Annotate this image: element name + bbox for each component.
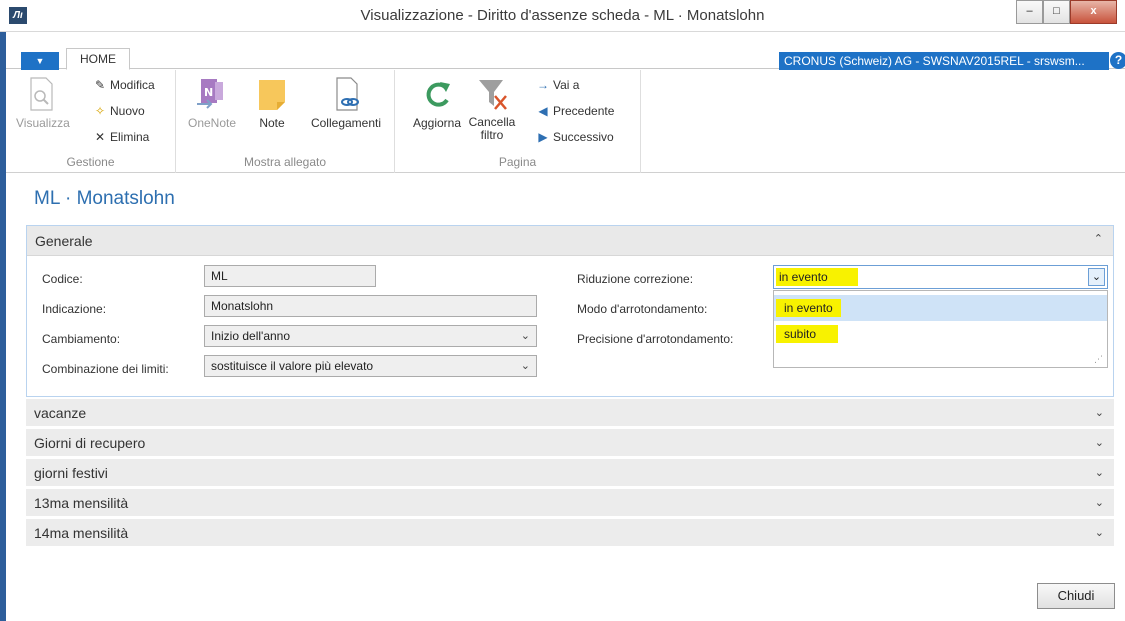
group-mostra-allegato: N OneNote Note Collegamenti Mostra alleg…: [176, 70, 395, 173]
cambiamento-value: Inizio dell'anno: [211, 329, 291, 343]
riduzione-dropdown-list: in evento subito ⋰: [773, 290, 1108, 368]
vai-a-label: Vai a: [553, 78, 580, 92]
precedente-button[interactable]: ◀ Precedente: [535, 104, 614, 118]
link-icon: [336, 77, 359, 111]
section-14ma-mensilita[interactable]: 14ma mensilità ⌄: [26, 519, 1114, 547]
chevron-down-icon[interactable]: ⌄: [1095, 496, 1104, 509]
document-view-icon: [30, 77, 53, 111]
riduzione-select[interactable]: in evento ⌄: [773, 265, 1108, 289]
option-label: in evento: [776, 299, 841, 317]
onenote-icon: N: [197, 79, 223, 109]
note-icon: [259, 80, 285, 110]
company-selector[interactable]: CRONUS (Schweiz) AG - SWSNAV2015REL - sr…: [779, 52, 1109, 70]
riduzione-label: Riduzione correzione:: [577, 272, 694, 286]
chevron-down-icon[interactable]: ⌄: [1095, 406, 1104, 419]
aggiorna-button[interactable]: Aggiorna: [409, 76, 465, 130]
dropdown-option-in-evento[interactable]: in evento: [774, 295, 1107, 321]
ribbon: Visualizza ✎ Modifica ✧ Nuovo ✕ Elimina Ges…: [6, 70, 1125, 173]
section-vacanze[interactable]: vacanze ⌄: [26, 399, 1114, 427]
chevron-down-icon[interactable]: ⌄: [1095, 466, 1104, 479]
previous-icon: ◀: [538, 104, 548, 118]
nuovo-label: Nuovo: [110, 104, 145, 118]
maximize-button[interactable]: □: [1043, 0, 1070, 24]
dropdown-option-subito[interactable]: subito: [774, 321, 1107, 347]
codice-field[interactable]: ML: [204, 265, 376, 287]
section-generale-header[interactable]: Generale ⌃: [27, 226, 1113, 256]
group-label-gestione: Gestione: [66, 155, 115, 169]
note-button[interactable]: Note: [252, 76, 292, 130]
page-title: ML · Monatslohn: [34, 188, 175, 209]
riduzione-value: in evento: [776, 268, 858, 286]
section-giorni-di-recupero[interactable]: Giorni di recupero ⌄: [26, 429, 1114, 457]
collegamenti-button[interactable]: Collegamenti: [304, 76, 388, 130]
close-window-button[interactable]: x: [1070, 0, 1117, 24]
arrow-right-icon: →: [537, 78, 549, 92]
elimina-button[interactable]: ✕ Elimina: [92, 130, 149, 144]
group-gestione: Visualizza ✎ Modifica ✧ Nuovo ✕ Elimina Ges…: [6, 70, 176, 173]
modifica-button[interactable]: ✎ Modifica: [92, 78, 155, 92]
title-bar: Лı Visualizzazione - Diritto d'assenze s…: [0, 0, 1125, 32]
section-title: 14ma mensilità: [34, 525, 129, 541]
ribbon-tab-row: ▼ HOME CRONUS (Schweiz) AG - SWSNAV2015R…: [6, 32, 1125, 70]
note-label: Note: [259, 116, 285, 130]
onenote-label: OneNote: [187, 116, 237, 130]
combinazione-label: Combinazione dei limiti:: [42, 362, 169, 376]
modifica-label: Modifica: [110, 78, 155, 92]
group-label-pagina: Pagina: [498, 155, 537, 169]
combinazione-select[interactable]: sostituisce il valore più elevato ⌄: [204, 355, 537, 377]
successivo-label: Successivo: [553, 130, 614, 144]
onenote-button[interactable]: N OneNote: [184, 76, 240, 130]
cambiamento-label: Cambiamento:: [42, 332, 121, 346]
chevron-down-icon[interactable]: ⌄: [521, 326, 530, 346]
precisione-label: Precisione d'arrotondamento:: [577, 332, 734, 346]
chevron-down-icon[interactable]: ⌄: [1088, 268, 1105, 286]
successivo-button[interactable]: ▶ Successivo: [535, 130, 614, 144]
precedente-label: Precedente: [553, 104, 615, 118]
vai-a-button[interactable]: → Vai a: [535, 78, 579, 92]
indicazione-field[interactable]: Monatslohn: [204, 295, 537, 317]
section-13ma-mensilita[interactable]: 13ma mensilità ⌄: [26, 489, 1114, 517]
section-title: Giorni di recupero: [34, 435, 146, 451]
section-giorni-festivi[interactable]: giorni festivi ⌄: [26, 459, 1114, 487]
app-menu-button[interactable]: ▼: [21, 52, 59, 70]
minimize-button[interactable]: –: [1016, 0, 1043, 24]
option-label: subito: [776, 325, 839, 343]
section-title: giorni festivi: [34, 465, 108, 481]
section-generale-title: Generale: [35, 233, 93, 249]
group-label-mostra-allegato: Mostra allegato: [243, 155, 327, 169]
clear-filter-icon: [479, 80, 507, 110]
next-icon: ▶: [538, 130, 548, 144]
chevron-down-icon[interactable]: ⌄: [1095, 436, 1104, 449]
section-title: vacanze: [34, 405, 87, 421]
chevron-up-icon[interactable]: ⌃: [1094, 232, 1103, 245]
window-title: Visualizzazione - Diritto d'assenze sche…: [360, 7, 765, 24]
resize-grip-icon[interactable]: ⋰: [1094, 354, 1103, 365]
tab-home[interactable]: HOME: [66, 48, 130, 70]
svg-text:N: N: [204, 86, 213, 99]
filtro-label: filtro: [480, 128, 504, 142]
chiudi-button[interactable]: Chiudi: [1037, 583, 1115, 609]
help-icon[interactable]: ?: [1110, 52, 1125, 69]
visualizza-label: Visualizza: [16, 116, 70, 130]
elimina-label: Elimina: [110, 130, 150, 144]
cancella-filtro-button[interactable]: Cancella filtro: [467, 76, 517, 142]
codice-label: Codice:: [42, 272, 83, 286]
collegamenti-label: Collegamenti: [310, 116, 382, 130]
refresh-icon: [426, 82, 450, 107]
section-title: 13ma mensilità: [34, 495, 129, 511]
pencil-icon: ✎: [94, 78, 106, 92]
group-pagina: Aggiorna Cancella filtro → Vai a ◀ Precede…: [395, 70, 641, 173]
indicazione-label: Indicazione:: [42, 302, 107, 316]
delete-x-icon: ✕: [94, 130, 106, 144]
chevron-down-icon[interactable]: ⌄: [1095, 526, 1104, 539]
visualizza-button[interactable]: Visualizza: [16, 76, 70, 130]
cancella-label: Cancella: [468, 115, 516, 129]
new-document-icon: ✧: [94, 104, 106, 118]
cambiamento-select[interactable]: Inizio dell'anno ⌄: [204, 325, 537, 347]
nuovo-button[interactable]: ✧ Nuovo: [92, 104, 145, 118]
combinazione-value: sostituisce il valore più elevato: [211, 359, 374, 373]
chevron-down-icon[interactable]: ⌄: [521, 356, 530, 376]
modo-label: Modo d'arrotondamento:: [577, 302, 708, 316]
aggiorna-label: Aggiorna: [412, 116, 462, 130]
